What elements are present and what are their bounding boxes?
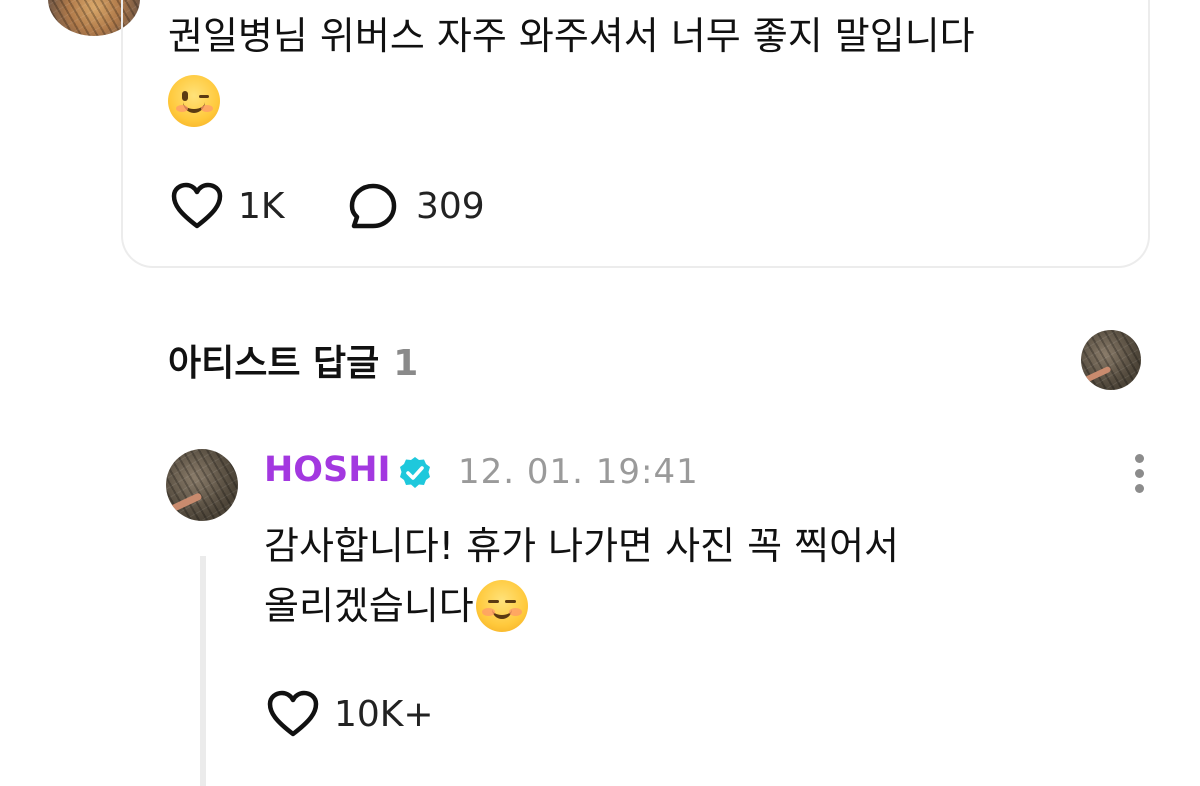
verified-badge-icon [400,457,430,488]
more-options-icon[interactable] [1128,454,1150,496]
section-count: 1 [393,343,419,384]
reply-body: 감사합니다! 휴가 나가면 사진 꼭 찍어서 올리겠습니다 [264,516,1084,636]
smiling-blush-emoji [475,579,528,632]
post-body: 권일병님 위버스 자주 와주셔서 너무 좋지 말입니다 [168,6,1118,127]
reply-like-button[interactable]: 10K+ [266,690,434,738]
reply-text-line2: 올리겠습니다 [264,584,474,628]
reply-text-line1: 감사합니다! 휴가 나가면 사진 꼭 찍어서 [264,524,899,568]
reply-thread-line [200,556,206,786]
post-comment-button[interactable]: 309 [348,182,485,230]
reply-timestamp: 12. 01. 19:41 [458,452,699,492]
heart-icon [267,690,319,737]
heart-icon [171,182,223,229]
post-text: 권일병님 위버스 자주 와주셔서 너무 좋지 말입니다 [168,14,975,58]
reply-like-count: 10K+ [334,693,434,735]
post-like-count: 1K [238,185,285,227]
reply-author-avatar[interactable] [166,449,238,521]
post-comment-count: 309 [416,185,485,227]
artist-avatar-small[interactable] [1081,330,1141,390]
section-title: 아티스트 답글 [168,343,380,384]
artist-reply-header: 아티스트 답글 1 [168,334,418,386]
post-like-button[interactable]: 1K [170,182,285,230]
reply-author-name[interactable]: HOSHI [264,450,391,490]
wink-emoji [168,74,220,127]
comment-bubble-icon [349,183,397,229]
